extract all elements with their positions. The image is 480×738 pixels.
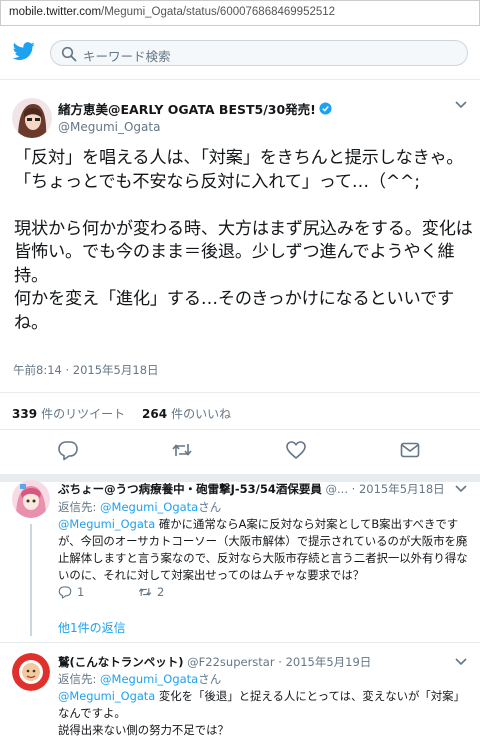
reply-to-link[interactable]: @Megumi_Ogata [100, 500, 198, 514]
reply-retweet-action[interactable]: 2 [138, 585, 164, 599]
twitter-bird-icon[interactable] [12, 40, 36, 62]
reply-header: 鷲(こんなトランペット) @F22superstar · 2015年5月19日 [58, 654, 371, 670]
retweet-count[interactable]: 339 件のリツイート [12, 405, 125, 422]
mention-link[interactable]: @Megumi_Ogata [58, 517, 155, 531]
chevron-down-icon[interactable] [455, 100, 467, 110]
reply-icon[interactable] [58, 585, 72, 599]
tweet-stats: 339 件のリツイート 264 件のいいね [0, 392, 480, 430]
divider [0, 642, 480, 643]
author-handle: @Megumi_Ogata [58, 120, 161, 134]
reply-date[interactable]: · 2015年5月18日 [352, 482, 445, 496]
thread-line [30, 524, 32, 636]
url-text: mobile.twitter.com/Megumi_Ogata/status/6… [9, 6, 336, 18]
reply-author-handle[interactable]: @F22superstar [187, 655, 274, 669]
author-name: 緒方恵美@EARLY OGATA BEST5/30発売! [58, 102, 316, 117]
avatar[interactable] [12, 480, 50, 518]
tweet-author[interactable]: 緒方恵美@EARLY OGATA BEST5/30発売! @Megumi_Oga… [58, 99, 332, 134]
reply-header: ぶちょー@うつ病療養中・砲雷撃J-53/54酒保要員 @... · 2015年5… [58, 481, 445, 497]
chevron-down-icon[interactable] [455, 484, 467, 494]
verified-badge-icon [319, 102, 332, 115]
like-icon[interactable] [285, 439, 307, 461]
message-icon[interactable] [399, 439, 421, 461]
avatar[interactable] [12, 98, 52, 138]
reply-text: @Megumi_Ogata 変化を「後退」と捉える人にとっては、変えないが「対案… [58, 689, 465, 737]
retweet-icon[interactable] [138, 585, 152, 599]
reply-author-name[interactable]: ぶちょー@うつ病療養中・砲雷撃J-53/54酒保要員 [58, 482, 322, 496]
show-more-replies-link[interactable]: 他1件の返信 [58, 619, 126, 636]
retweet-icon[interactable] [171, 439, 193, 461]
reply-text: @Megumi_Ogata 確かに通常ならA案に反対なら対案としてB案出すべきで… [58, 517, 468, 582]
reply-icon[interactable] [57, 439, 79, 461]
mention-link[interactable]: @Megumi_Ogata [58, 689, 155, 703]
search-placeholder: キーワード検索 [83, 49, 171, 64]
like-count[interactable]: 264 件のいいね [142, 405, 231, 422]
search-icon [61, 46, 77, 62]
reply-date[interactable]: · 2015年5月19日 [278, 655, 371, 669]
reply-reply-action[interactable]: 1 [58, 585, 84, 599]
avatar[interactable] [12, 653, 50, 691]
reply-to: 返信先: @Megumi_Ogataさん [58, 672, 222, 686]
tweet-text: 「反対」を唱える人は、「対案」をきちんと提示しなきゃ。 「ちょっとでも不安なら反… [14, 148, 473, 333]
reply-author-handle[interactable]: @... [326, 482, 348, 496]
app-header: キーワード検索 [0, 26, 480, 80]
tweet-actions [0, 430, 480, 482]
reply-to-link[interactable]: @Megumi_Ogata [100, 672, 198, 686]
reply-author-name[interactable]: 鷲(こんなトランペット) [58, 655, 184, 669]
address-bar[interactable]: mobile.twitter.com/Megumi_Ogata/status/6… [0, 0, 480, 26]
tweet-timestamp[interactable]: 午前8:14 · 2015年5月18日 [13, 362, 159, 378]
reply-to: 返信先: @Megumi_Ogataさん [58, 500, 222, 514]
search-input[interactable]: キーワード検索 [50, 40, 468, 66]
chevron-down-icon[interactable] [455, 657, 467, 667]
